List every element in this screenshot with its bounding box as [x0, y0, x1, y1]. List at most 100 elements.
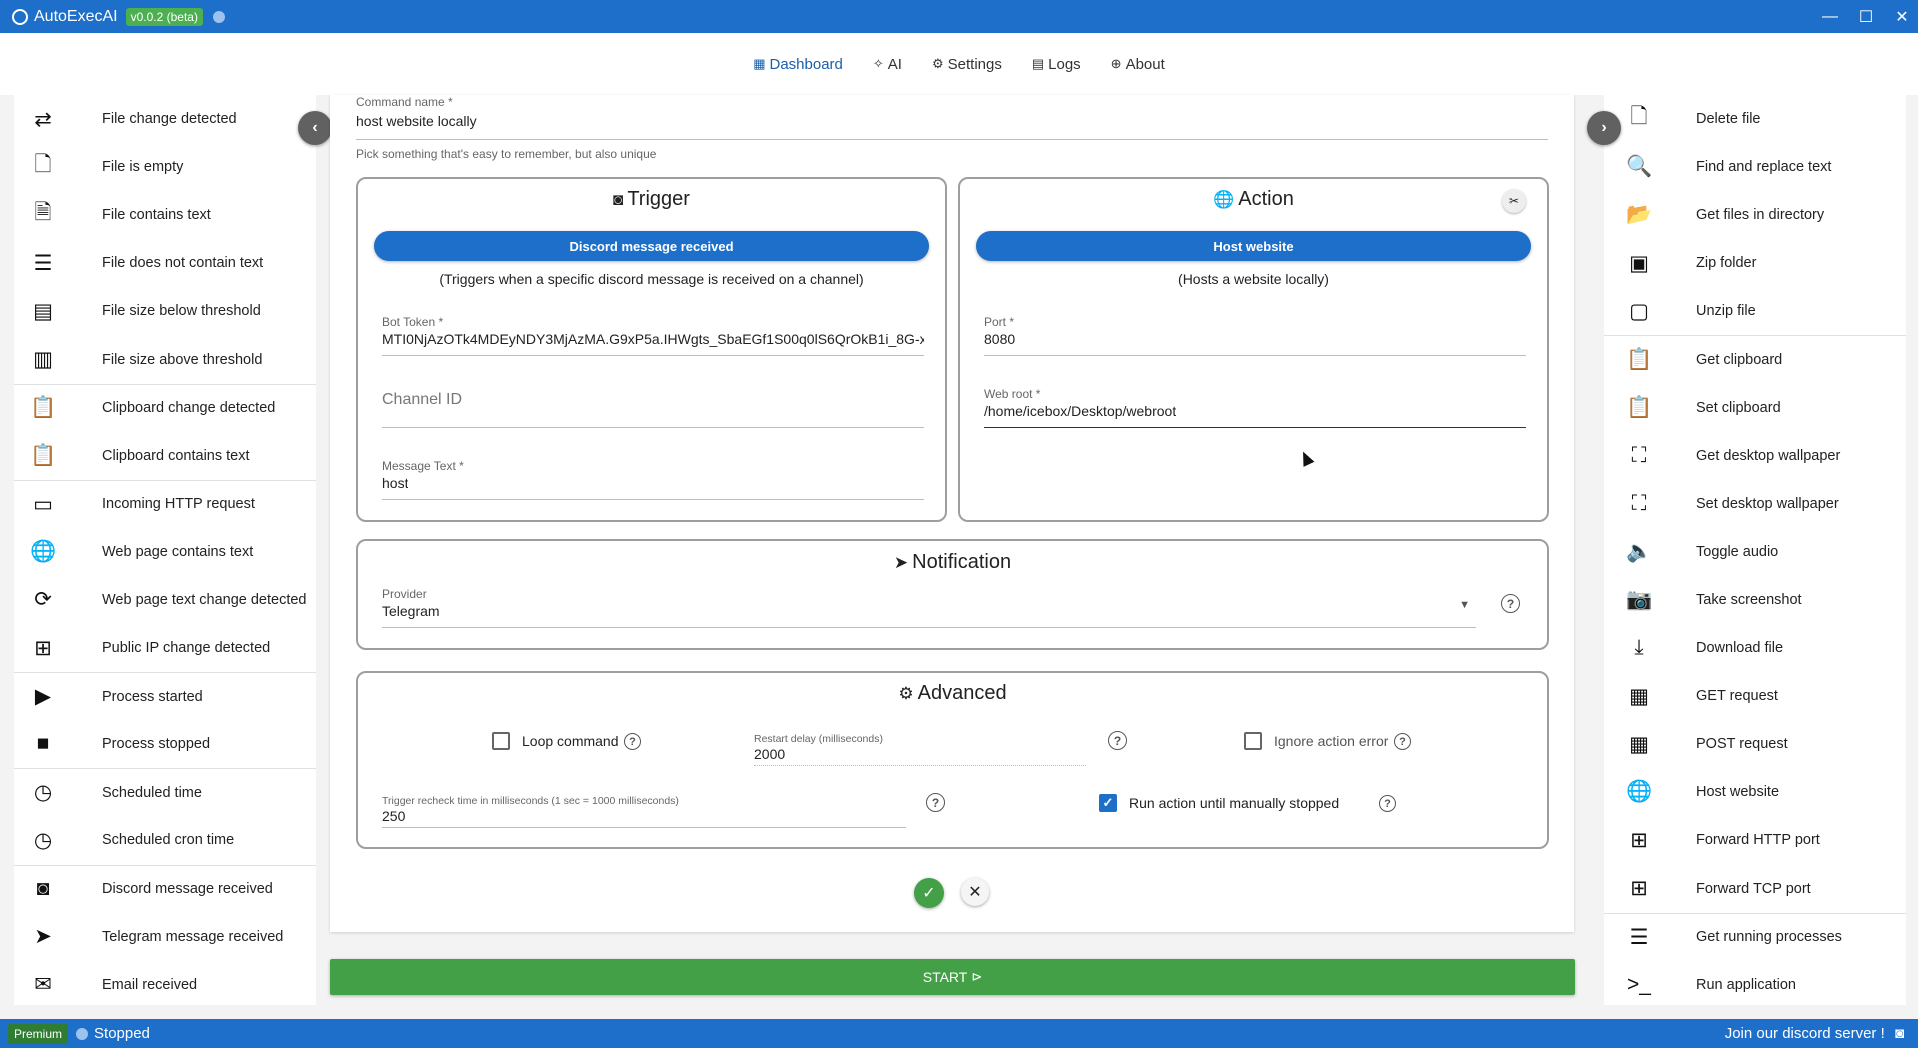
collapse-left-sidebar-button[interactable]: ‹: [298, 111, 332, 145]
run-until-stopped-help-icon[interactable]: ?: [1379, 795, 1396, 812]
get-clipboard-icon: 📋: [1626, 348, 1653, 372]
trigger-sidebar-item[interactable]: ▤ File size below threshold: [14, 287, 316, 335]
collapse-right-sidebar-button[interactable]: ›: [1587, 111, 1621, 145]
action-sidebar-item[interactable]: ▦ GET request: [1604, 672, 1906, 720]
start-button[interactable]: START ⊳: [330, 959, 1575, 995]
action-sidebar-item[interactable]: 🗋 Delete file: [1604, 95, 1906, 143]
port-field[interactable]: Port * 8080: [984, 315, 1526, 356]
action-sidebar-item[interactable]: ▣ Zip folder: [1604, 239, 1906, 287]
trigger-sidebar-item[interactable]: ⊞ Public IP change detected: [14, 624, 316, 672]
nav-settings[interactable]: ⚙ Settings: [932, 56, 1002, 73]
trigger-sidebar-item-label: File change detected: [102, 111, 237, 128]
action-sidebar-item[interactable]: 🔈 Toggle audio: [1604, 528, 1906, 576]
close-window-button[interactable]: ✕: [1894, 7, 1910, 27]
web-root-input[interactable]: /home/icebox/Desktop/webroot: [984, 403, 1176, 419]
command-name-input[interactable]: host website locally: [356, 113, 477, 129]
action-select-button[interactable]: Host website: [976, 231, 1531, 261]
trigger-sidebar-item[interactable]: ➤ Telegram message received: [14, 913, 316, 961]
recheck-time-field[interactable]: Trigger recheck time in milliseconds (1 …: [382, 795, 906, 828]
trigger-sidebar-item[interactable]: ⟳ Web page text change detected: [14, 576, 316, 624]
trigger-sidebar-item[interactable]: 🌐 Web page contains text: [14, 528, 316, 576]
port-input[interactable]: 8080: [984, 331, 1015, 347]
play-icon: ▶: [34, 685, 52, 709]
provider-value[interactable]: Telegram: [382, 603, 440, 619]
cancel-command-button[interactable]: ✕: [961, 878, 989, 906]
provider-select[interactable]: Provider Telegram ▼: [382, 587, 1476, 628]
action-sidebar-item-label: POST request: [1696, 736, 1788, 753]
action-sidebar-item[interactable]: ▦ POST request: [1604, 720, 1906, 768]
dashboard-icon: ▦: [753, 56, 766, 71]
bot-token-input[interactable]: MTI0NjAzOTk4MDEyNDY3MjAzMA.G9xP5a.IHWgts…: [382, 331, 924, 347]
action-sidebar-item[interactable]: 📋 Get clipboard: [1604, 335, 1906, 383]
trigger-sidebar-item[interactable]: ◷ Scheduled time: [14, 768, 316, 816]
trigger-sidebar-item[interactable]: 🗎 File contains text: [14, 191, 316, 239]
trigger-sidebar-item[interactable]: ⇄ File change detected: [14, 95, 316, 143]
channel-id-input[interactable]: Channel ID: [382, 391, 462, 409]
action-sidebar-item[interactable]: 📋 Set clipboard: [1604, 384, 1906, 432]
trigger-sidebar-item-label: Public IP change detected: [102, 640, 271, 657]
clipboard-search-icon: 📋: [30, 443, 57, 467]
channel-id-field[interactable]: Channel ID: [382, 387, 924, 428]
action-sidebar-item[interactable]: ⛶ Set desktop wallpaper: [1604, 480, 1906, 528]
message-text-input[interactable]: host: [382, 475, 408, 491]
action-sidebar-item[interactable]: >_ Run application: [1604, 961, 1906, 1005]
action-sidebar-item[interactable]: ☰ Get running processes: [1604, 912, 1906, 961]
trigger-sidebar-item[interactable]: ✉ Email received: [14, 961, 316, 1005]
trigger-sidebar-item-label: Web page text change detected: [102, 591, 307, 608]
action-sidebar-item[interactable]: ⤓ Download file: [1604, 624, 1906, 672]
loop-command-help-icon[interactable]: ?: [624, 733, 641, 750]
trigger-select-button[interactable]: Discord message received: [374, 231, 929, 261]
trigger-sidebar-item[interactable]: ▭ Incoming HTTP request: [14, 479, 316, 528]
trigger-sidebar-item[interactable]: ■ Process stopped: [14, 720, 316, 768]
action-sidebar-item[interactable]: 🔍 Find and replace text: [1604, 143, 1906, 191]
action-sidebar-item[interactable]: ⛶ Get desktop wallpaper: [1604, 432, 1906, 480]
recheck-time-input[interactable]: 250: [382, 808, 405, 824]
restart-delay-input[interactable]: 2000: [754, 746, 785, 762]
advanced-title: ⚙ Advanced: [358, 682, 1547, 705]
maximize-button[interactable]: ☐: [1858, 7, 1874, 27]
restart-delay-field[interactable]: Restart delay (milliseconds) 2000: [754, 733, 1086, 766]
bot-token-field[interactable]: Bot Token * MTI0NjAzOTk4MDEyNDY3MjAzMA.G…: [382, 315, 924, 356]
remove-action-button[interactable]: ✂: [1502, 189, 1526, 213]
action-sidebar-item[interactable]: 📷 Take screenshot: [1604, 576, 1906, 624]
trigger-sidebar-item[interactable]: ☰ File does not contain text: [14, 239, 316, 287]
nav-logs[interactable]: ▤ Logs: [1032, 56, 1081, 73]
trigger-sidebar-item[interactable]: ▥ File size above threshold: [14, 335, 316, 383]
message-text-field[interactable]: Message Text * host: [382, 459, 924, 500]
ignore-action-error-checkbox[interactable]: [1244, 732, 1262, 750]
nav-ai[interactable]: ✧ AI: [873, 56, 902, 73]
nav-ai-label: AI: [887, 55, 902, 73]
join-discord-link[interactable]: Join our discord server ! ◙: [1725, 1025, 1904, 1042]
action-description: (Hosts a website locally): [1178, 271, 1329, 287]
action-sidebar-item[interactable]: ⊞ Forward HTTP port: [1604, 816, 1906, 864]
run-until-stopped-checkbox[interactable]: ✓: [1099, 794, 1117, 812]
trigger-sidebar-item[interactable]: 🗋 File is empty: [14, 143, 316, 191]
save-command-button[interactable]: ✓: [914, 878, 944, 908]
recheck-time-help-icon[interactable]: ?: [926, 793, 945, 812]
action-sidebar-item[interactable]: ⊞ Forward TCP port: [1604, 865, 1906, 913]
nav-dashboard[interactable]: ▦ Dashboard: [753, 56, 843, 73]
clipboard-icon: 📋: [30, 396, 57, 420]
action-sidebar-item-label: Toggle audio: [1696, 543, 1779, 560]
nav-about[interactable]: ⊕ About: [1111, 56, 1165, 73]
trigger-sidebar-item[interactable]: ▶ Process started: [14, 672, 316, 720]
trigger-sidebar-item[interactable]: ◙ Discord message received: [14, 864, 316, 913]
restart-delay-help-icon[interactable]: ?: [1108, 731, 1127, 750]
web-root-field[interactable]: Web root * /home/icebox/Desktop/webroot: [984, 387, 1526, 428]
minimize-button[interactable]: —: [1822, 8, 1838, 26]
trigger-sidebar-item[interactable]: ◷ Scheduled cron time: [14, 816, 316, 864]
premium-badge[interactable]: Premium: [8, 1023, 69, 1044]
loop-command-checkbox[interactable]: [492, 732, 510, 750]
wallpaper-get-icon: ⛶: [1631, 443, 1647, 467]
discord-icon: ◙: [36, 877, 50, 901]
wallpaper-set-icon: ⛶: [1631, 491, 1647, 515]
action-sidebar-item[interactable]: ▢ Unzip file: [1604, 287, 1906, 335]
ignore-action-error-help-icon[interactable]: ?: [1394, 733, 1411, 750]
action-sidebar-item[interactable]: 📂 Get files in directory: [1604, 191, 1906, 239]
action-sidebar-item[interactable]: 🌐 Host website: [1604, 768, 1906, 816]
dropdown-arrow-icon[interactable]: ▼: [1459, 599, 1470, 611]
action-card: 🌐 Action ✂ Host website (Hosts a website …: [958, 177, 1549, 522]
provider-help-icon[interactable]: ?: [1501, 594, 1520, 613]
trigger-sidebar-item[interactable]: 📋 Clipboard change detected: [14, 383, 316, 432]
trigger-sidebar-item[interactable]: 📋 Clipboard contains text: [14, 432, 316, 480]
